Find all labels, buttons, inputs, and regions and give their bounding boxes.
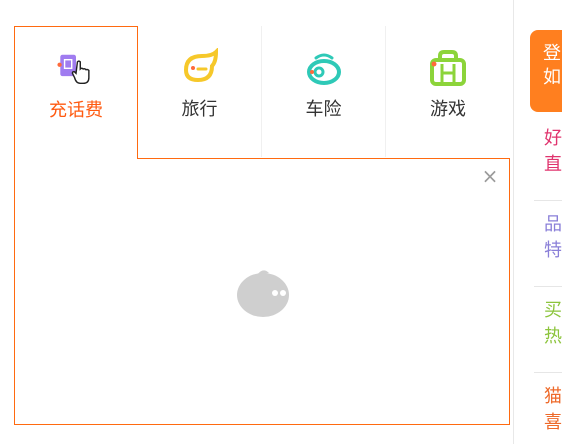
- sidebar-item-line1: 品: [544, 214, 562, 235]
- top-strip: [0, 0, 513, 26]
- sidebar-item-line2: 喜: [544, 412, 562, 433]
- loading-mascot-icon: [233, 259, 297, 323]
- sidebar-header-line1: 登: [543, 43, 561, 64]
- sidebar-item-line2: 特: [544, 240, 562, 261]
- tab-label: 充话费: [49, 100, 103, 121]
- sidebar-item-line1: 猫: [544, 386, 562, 407]
- sidebar-item-4[interactable]: 猫 喜: [544, 384, 562, 436]
- tab-car-insurance[interactable]: 车险: [262, 26, 386, 157]
- sidebar-item-line1: 买: [544, 300, 562, 321]
- tab-travel[interactable]: 旅行: [138, 26, 262, 157]
- sidebar-item-line2: 热: [544, 326, 562, 347]
- tab-label: 游戏: [430, 99, 466, 120]
- sidebar-divider: [534, 372, 562, 373]
- recharge-panel: ×: [14, 158, 510, 425]
- sidebar-header-line2: 如: [543, 67, 561, 88]
- car-insurance-icon: [304, 48, 344, 88]
- right-sidebar: 登 如 好 直 品 特 买 热 猫 喜: [513, 0, 562, 444]
- sidebar-item-3[interactable]: 买 热: [544, 298, 562, 350]
- main-panel: 充话费 旅行 车险 游戏 ×: [0, 0, 513, 444]
- sidebar-item-line2: 直: [544, 154, 562, 175]
- phone-card-icon: [56, 49, 96, 89]
- tab-phone-recharge[interactable]: 充话费: [14, 26, 138, 159]
- travel-icon: [180, 48, 220, 88]
- sidebar-header[interactable]: 登 如: [530, 30, 562, 112]
- close-icon[interactable]: ×: [481, 166, 499, 186]
- tab-games[interactable]: 游戏: [386, 26, 510, 157]
- sidebar-divider: [534, 286, 562, 287]
- sidebar-top-arc-icon: [546, 0, 562, 14]
- game-controller-icon: [428, 48, 468, 88]
- sidebar-divider: [534, 200, 562, 201]
- tab-label: 旅行: [181, 99, 218, 120]
- sidebar-item-2[interactable]: 品 特: [544, 212, 562, 264]
- sidebar-item-1[interactable]: 好 直: [544, 126, 562, 178]
- service-tabs: 充话费 旅行 车险 游戏: [14, 26, 511, 159]
- tab-label: 车险: [305, 99, 342, 120]
- sidebar-item-line1: 好: [544, 128, 562, 149]
